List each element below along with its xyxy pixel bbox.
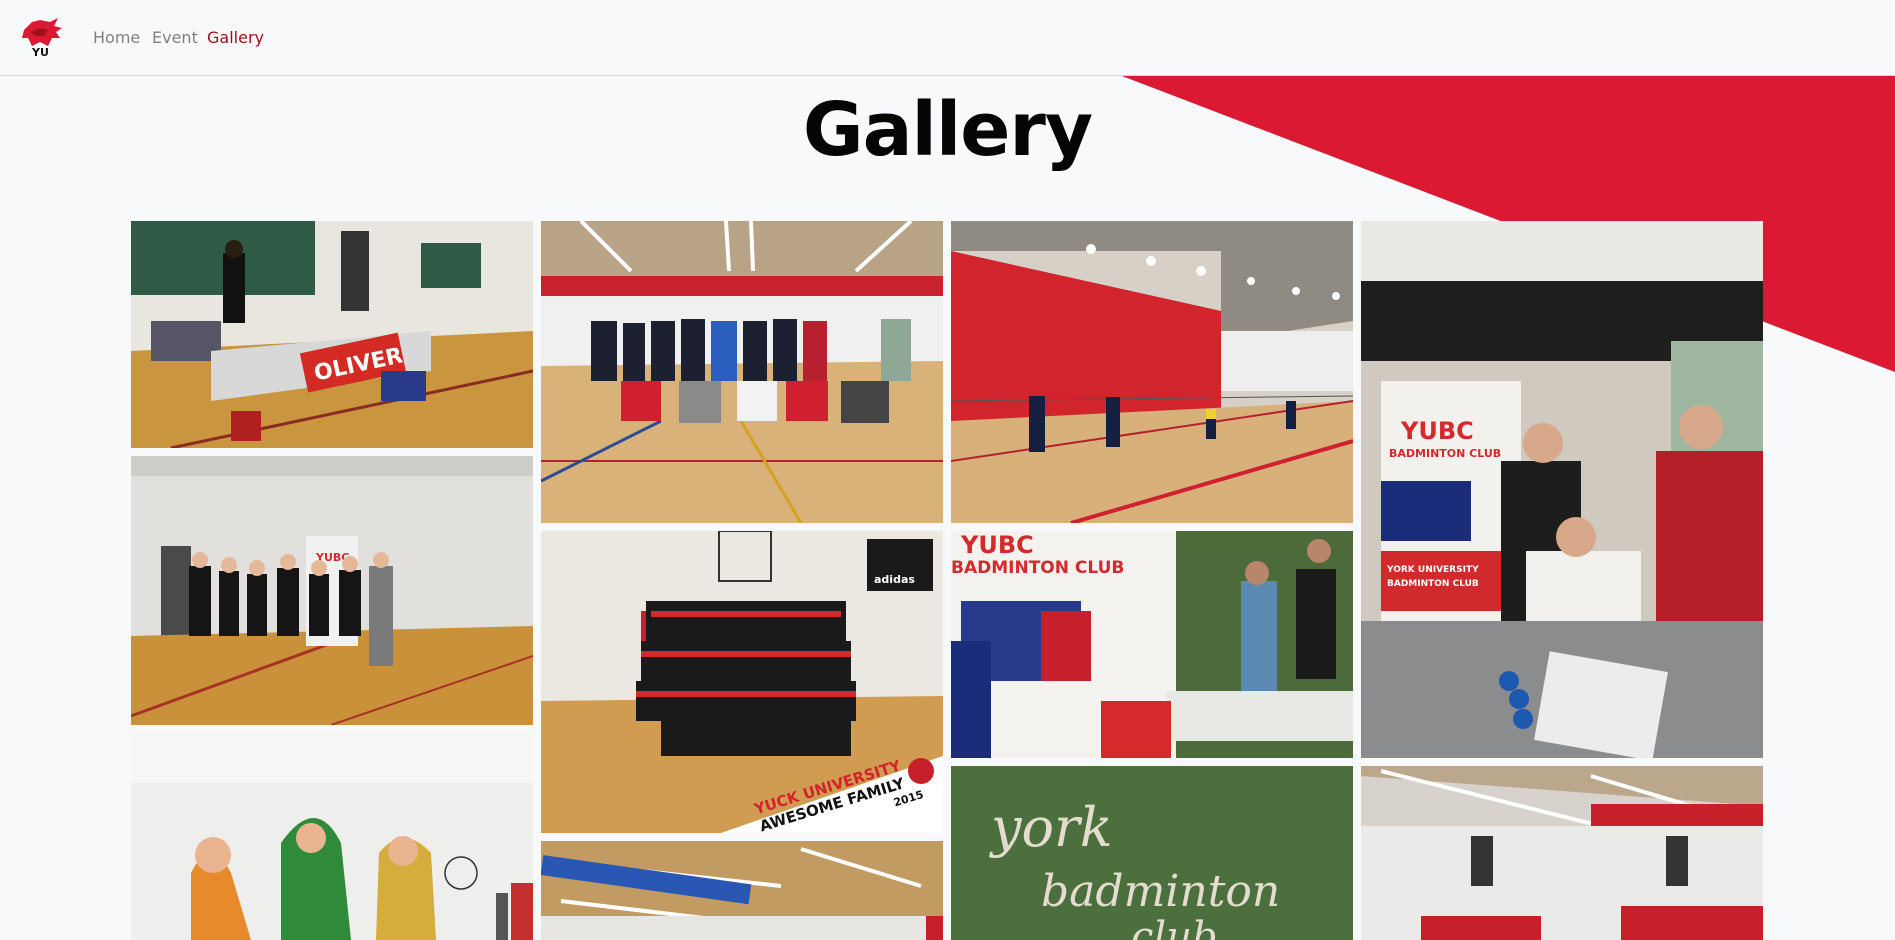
chalk-badminton-text: badminton: [1041, 866, 1280, 917]
gallery-photo-group-court[interactable]: [541, 221, 943, 523]
gallery-photo-equipment-table[interactable]: OLIVER: [131, 221, 533, 448]
page-title: Gallery: [802, 87, 1093, 173]
gallery-photo-family-2015[interactable]: adidas YUCK UNIVERSITY AWESOME FAMILY 20…: [541, 531, 943, 833]
yubc-banner-text: YUBC: [1400, 417, 1474, 445]
gallery-photo-gym-ceiling[interactable]: [541, 841, 943, 940]
yubc-banner-text: YUBC: [960, 531, 1034, 559]
navbar: YU Home Event Gallery: [0, 0, 1895, 76]
chalk-club-text: club: [1131, 914, 1218, 940]
lion-logo-icon[interactable]: YU: [18, 16, 64, 58]
gallery-photo-club-booth[interactable]: YUBC BADMINTON CLUB YORK UNIVERSITY BADM…: [1361, 221, 1763, 758]
badminton-club-banner-text: BADMINTON CLUB: [1389, 447, 1501, 460]
nav-link-home[interactable]: Home: [93, 28, 140, 48]
york-university-sign: YORK UNIVERSITY: [1386, 565, 1479, 575]
gallery-photo-red-gym[interactable]: [951, 221, 1353, 523]
adidas-scoreboard: adidas: [874, 573, 915, 586]
nav-link-gallery[interactable]: Gallery: [207, 28, 264, 48]
york-university-sign-2: BADMINTON CLUB: [1387, 579, 1479, 589]
nav-link-event[interactable]: Event: [152, 28, 198, 48]
gallery-photo-team-gym[interactable]: YUBC: [131, 456, 533, 725]
gallery-photo-outdoor-booth[interactable]: YUBC BADMINTON CLUB: [951, 531, 1353, 758]
badminton-club-banner-text: BADMINTON CLUB: [951, 558, 1124, 578]
gallery-photo-empty-gym[interactable]: [1361, 766, 1763, 940]
gallery-photo-costumes[interactable]: [131, 733, 533, 940]
svg-text:YU: YU: [31, 46, 49, 58]
gallery-photo-chalkboard[interactable]: york badminton club: [951, 766, 1353, 940]
chalk-york-text: york: [989, 796, 1113, 859]
